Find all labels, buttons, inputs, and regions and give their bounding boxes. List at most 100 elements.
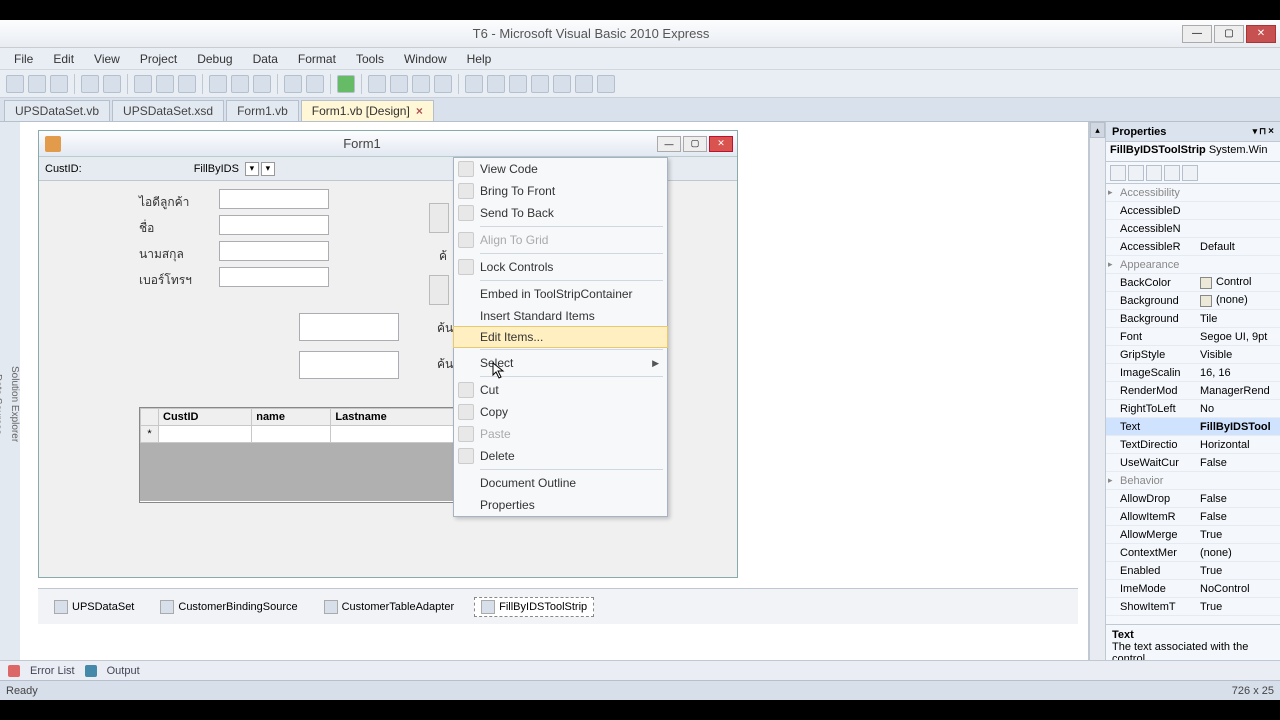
prop-row[interactable]: AccessibleD <box>1106 202 1280 220</box>
properties-icon[interactable] <box>1146 165 1162 181</box>
menu-item-document-outline[interactable]: Document Outline <box>454 472 667 494</box>
form-min-button[interactable]: — <box>657 136 681 152</box>
textbox-phone[interactable] <box>219 267 329 287</box>
tab-upsdataset-vb[interactable]: UPSDataSet.vb <box>4 100 110 121</box>
toolbar-btn[interactable] <box>368 75 386 93</box>
prop-category[interactable]: Appearance <box>1106 256 1280 274</box>
toolbar-btn[interactable] <box>465 75 483 93</box>
toolbar-btn[interactable] <box>209 75 227 93</box>
menu-data[interactable]: Data <box>243 50 288 68</box>
alphabetical-icon[interactable] <box>1128 165 1144 181</box>
toolbar-btn[interactable] <box>284 75 302 93</box>
menu-item-delete[interactable]: Delete <box>454 445 667 467</box>
toolbar-btn[interactable] <box>103 75 121 93</box>
menu-view[interactable]: View <box>84 50 130 68</box>
button-1[interactable] <box>429 203 449 233</box>
menu-item-copy[interactable]: Copy <box>454 401 667 423</box>
textbox-custid[interactable] <box>219 189 329 209</box>
toolbar-btn[interactable] <box>531 75 549 93</box>
panel-close-icon[interactable]: × <box>1268 126 1274 137</box>
button-2[interactable] <box>429 275 449 305</box>
prop-category[interactable]: Accessibility <box>1106 184 1280 202</box>
tray-bindingsource[interactable]: CustomerBindingSource <box>154 598 303 616</box>
toolbar-btn[interactable] <box>487 75 505 93</box>
prop-row[interactable]: AllowDropFalse <box>1106 490 1280 508</box>
events-icon[interactable] <box>1164 165 1180 181</box>
prop-row[interactable]: AccessibleN <box>1106 220 1280 238</box>
menu-item-properties[interactable]: Properties <box>454 494 667 516</box>
tab-error-list[interactable]: Error List <box>30 665 75 677</box>
property-pages-icon[interactable] <box>1182 165 1198 181</box>
minimize-button[interactable]: — <box>1182 25 1212 43</box>
menu-item-send-to-back[interactable]: Send To Back <box>454 202 667 224</box>
prop-row[interactable]: GripStyleVisible <box>1106 346 1280 364</box>
prop-row[interactable]: TextDirectioHorizontal <box>1106 436 1280 454</box>
properties-grid[interactable]: AccessibilityAccessibleDAccessibleNAcces… <box>1106 184 1280 624</box>
menu-debug[interactable]: Debug <box>187 50 242 68</box>
toolbar-btn[interactable] <box>575 75 593 93</box>
grid-col-lastname[interactable]: Lastname <box>331 409 458 426</box>
textbox-extra2[interactable] <box>299 351 399 379</box>
menu-tools[interactable]: Tools <box>346 50 394 68</box>
toolbar-btn[interactable] <box>156 75 174 93</box>
designer-surface[interactable]: Form1 — ▢ ✕ CustID: FillByIDS ▾▾ <box>20 122 1089 680</box>
toolbar-btn[interactable] <box>412 75 430 93</box>
toolbar-btn[interactable] <box>509 75 527 93</box>
menu-item-lock-controls[interactable]: Lock Controls <box>454 256 667 278</box>
tooltab-solution-explorer[interactable]: Solution Explorer <box>9 366 20 442</box>
categorized-icon[interactable] <box>1110 165 1126 181</box>
prop-row[interactable]: ContextMer(none) <box>1106 544 1280 562</box>
tab-form1-design[interactable]: Form1.vb [Design]× <box>301 100 434 121</box>
toolbar-btn[interactable] <box>6 75 24 93</box>
toolbar-btn[interactable] <box>134 75 152 93</box>
prop-row[interactable]: TextFillByIDSTool <box>1106 418 1280 436</box>
toolstrip-add-item[interactable]: ▾▾ <box>245 162 275 176</box>
toolbar-btn[interactable] <box>390 75 408 93</box>
prop-row[interactable]: AccessibleRDefault <box>1106 238 1280 256</box>
menu-item-insert-standard-items[interactable]: Insert Standard Items <box>454 305 667 327</box>
menu-window[interactable]: Window <box>394 50 457 68</box>
prop-row[interactable]: ShowItemTTrue <box>1106 598 1280 616</box>
panel-dropdown-icon[interactable]: ▾ <box>1253 126 1258 137</box>
menu-project[interactable]: Project <box>130 50 187 68</box>
toolbar-btn[interactable] <box>178 75 196 93</box>
grid-col-name[interactable]: name <box>252 409 331 426</box>
prop-row[interactable]: BackgroundTile <box>1106 310 1280 328</box>
form-window[interactable]: Form1 — ▢ ✕ CustID: FillByIDS ▾▾ <box>38 130 738 578</box>
form-close-button[interactable]: ✕ <box>709 136 733 152</box>
panel-pin-icon[interactable]: ⊓ <box>1259 126 1266 137</box>
toolbar-btn[interactable] <box>28 75 46 93</box>
prop-row[interactable]: RightToLeftNo <box>1106 400 1280 418</box>
form-body[interactable]: CustID: FillByIDS ▾▾ ไอดีลูกค้า ชื่อ นาม… <box>39 157 737 577</box>
prop-row[interactable]: ImageScalin16, 16 <box>1106 364 1280 382</box>
menu-item-edit-items-[interactable]: Edit Items... <box>453 326 668 348</box>
tab-output[interactable]: Output <box>107 665 140 677</box>
grid-col-custid[interactable]: CustID <box>159 409 252 426</box>
prop-row[interactable]: BackColorControl <box>1106 274 1280 292</box>
prop-row[interactable]: FontSegoe UI, 9pt <box>1106 328 1280 346</box>
prop-row[interactable]: RenderModManagerRend <box>1106 382 1280 400</box>
menu-item-select[interactable]: Select▶ <box>454 352 667 374</box>
menu-item-embed-in-toolstripcontainer[interactable]: Embed in ToolStripContainer <box>454 283 667 305</box>
toolbar-btn[interactable] <box>231 75 249 93</box>
prop-row[interactable]: Background(none) <box>1106 292 1280 310</box>
close-button[interactable]: ✕ <box>1246 25 1276 43</box>
menu-file[interactable]: File <box>4 50 43 68</box>
tooltab-data-sources[interactable]: Data Sources <box>0 374 3 435</box>
maximize-button[interactable]: ▢ <box>1214 25 1244 43</box>
toolbar-btn[interactable] <box>553 75 571 93</box>
toolbar-btn[interactable] <box>306 75 324 93</box>
textbox-lastname[interactable] <box>219 241 329 261</box>
toolbar-btn[interactable] <box>434 75 452 93</box>
designer-scrollbar[interactable]: ▴ ▾ <box>1089 122 1105 680</box>
prop-row[interactable]: ImeModeNoControl <box>1106 580 1280 598</box>
menu-item-bring-to-front[interactable]: Bring To Front <box>454 180 667 202</box>
properties-object-selector[interactable]: FillByIDSToolStrip System.Win <box>1106 142 1280 162</box>
toolbar-btn[interactable] <box>337 75 355 93</box>
toolbar-btn[interactable] <box>81 75 99 93</box>
tab-upsdataset-xsd[interactable]: UPSDataSet.xsd <box>112 100 224 121</box>
tray-toolstrip[interactable]: FillByIDSToolStrip <box>474 597 594 617</box>
textbox-name[interactable] <box>219 215 329 235</box>
tray-upsdataset[interactable]: UPSDataSet <box>48 598 140 616</box>
toolbar-btn[interactable] <box>253 75 271 93</box>
